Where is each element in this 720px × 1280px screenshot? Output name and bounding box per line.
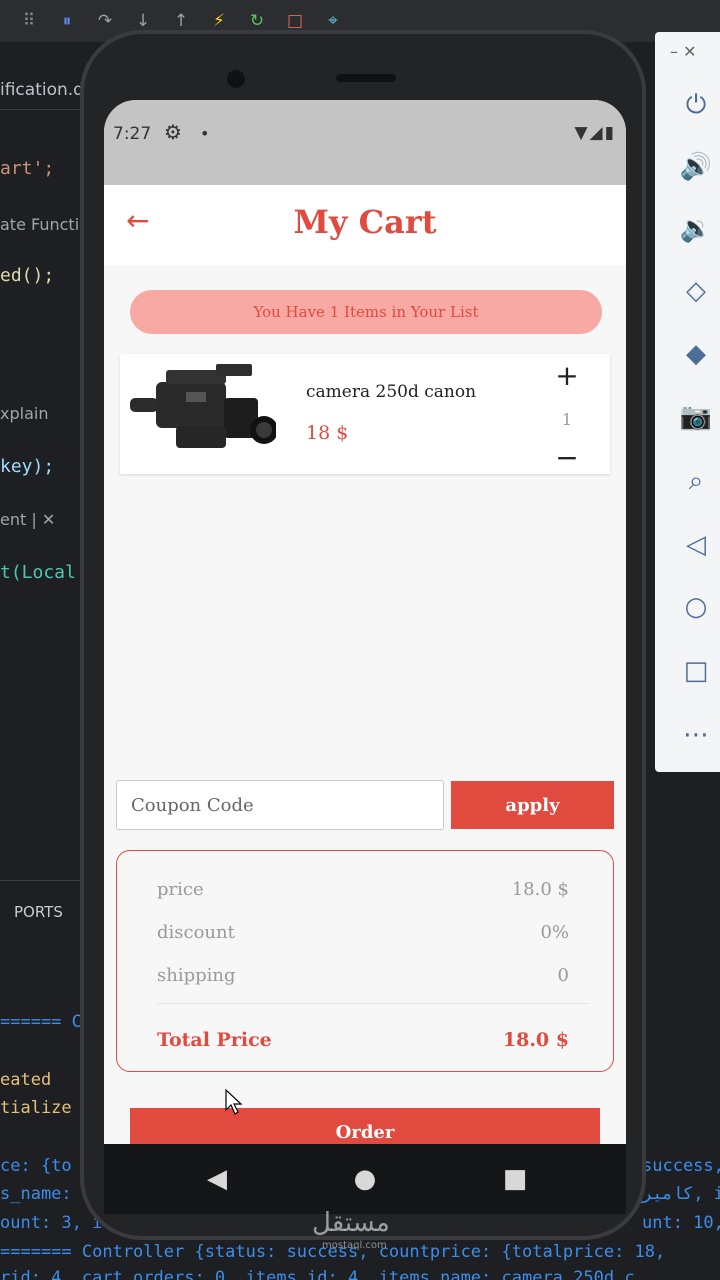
stop-icon[interactable]: □	[284, 10, 306, 32]
mouse-cursor-icon	[225, 1088, 243, 1115]
drag-handle-icon[interactable]: ⠿	[18, 10, 40, 32]
product-price: 18 $	[306, 422, 349, 444]
status-time: 7:27	[113, 124, 152, 144]
speaker-grill	[336, 74, 396, 82]
terminal-line: rid: 4, cart_orders: 0, items_id: 4, ite…	[0, 1268, 635, 1280]
rotate-left-icon[interactable]: ◇	[679, 274, 713, 308]
terminal-line: tialize	[0, 1098, 72, 1118]
phone-frame: 7:27 ⚙ • ▼◢▮ ← My Cart You Have 1 Items …	[80, 30, 646, 1240]
increase-quantity-icon[interactable]: +	[552, 362, 582, 392]
home-icon[interactable]: ○	[679, 590, 713, 624]
emulator-window-controls[interactable]: – ✕	[670, 42, 697, 61]
notification-dot-icon: •	[200, 124, 210, 143]
watermark: مستقل	[312, 1208, 390, 1238]
app-screen: 7:27 ⚙ • ▼◢▮ ← My Cart You Have 1 Items …	[104, 100, 626, 1144]
step-into-icon[interactable]: ↓	[132, 10, 154, 32]
power-icon[interactable]: ⏻	[679, 88, 713, 122]
quantity-value: 1	[561, 410, 573, 429]
shipping-label: shipping	[157, 965, 236, 986]
product-name: camera 250d canon	[306, 382, 477, 402]
pause-icon[interactable]: ⏸	[56, 10, 78, 32]
shipping-value: 0	[557, 965, 569, 986]
emulator-toolbar: – ✕ ⏻ 🔊 🔉 ◇ ◆ 📷 ⌕ ◁ ○ □ ⋯	[655, 32, 720, 772]
order-summary: price 18.0 $ discount 0% shipping 0 Tota…	[116, 850, 614, 1072]
system-nav-bar: ◀ ● ■	[104, 1144, 626, 1214]
apply-coupon-button[interactable]: apply	[451, 781, 614, 829]
product-image	[130, 364, 276, 448]
settings-icon: ⚙	[164, 120, 182, 144]
price-value: 18.0 $	[511, 879, 569, 900]
inspect-icon[interactable]: ⌖	[322, 10, 344, 32]
watermark-url: mostaql.com	[322, 1240, 387, 1251]
cart-item-card: camera 250d canon 18 $ + 1 −	[120, 354, 610, 474]
code-line: key);	[0, 456, 55, 477]
ports-tab[interactable]: PORTS	[14, 903, 63, 921]
code-line: t(Local	[0, 562, 76, 583]
hot-restart-icon[interactable]: ↻	[246, 10, 268, 32]
step-over-icon[interactable]: ↷	[94, 10, 116, 32]
terminal-line: ount: 3, i	[0, 1213, 103, 1233]
zoom-icon[interactable]: ⌕	[679, 464, 713, 498]
overview-icon[interactable]: □	[679, 654, 713, 688]
step-out-icon[interactable]: ↑	[170, 10, 192, 32]
terminal-line: success,	[642, 1156, 720, 1176]
terminal-line: ====== C	[0, 1012, 82, 1032]
total-label: Total Price	[157, 1029, 272, 1051]
decrease-quantity-icon[interactable]: −	[552, 444, 582, 472]
terminal-line: eated	[0, 1070, 52, 1090]
app-bar: ← My Cart	[104, 185, 626, 265]
discount-value: 0%	[540, 922, 569, 943]
order-button[interactable]: Order	[130, 1108, 600, 1144]
code-line: ate Functic	[0, 215, 88, 234]
volume-down-icon[interactable]: 🔉	[679, 212, 713, 246]
rotate-right-icon[interactable]: ◆	[679, 337, 713, 371]
nav-back-icon[interactable]: ◀	[200, 1162, 234, 1196]
cart-count-banner: You Have 1 Items in Your List	[130, 290, 602, 334]
code-line: xplain	[0, 404, 49, 423]
signal-battery-icons: ▼◢▮	[574, 123, 616, 143]
more-icon[interactable]: ⋯	[679, 718, 713, 752]
code-line: ent | ✕	[0, 510, 56, 529]
hot-reload-icon[interactable]: ⚡	[208, 10, 230, 32]
status-bar: 7:27 ⚙ • ▼◢▮	[104, 100, 626, 185]
page-title: My Cart	[293, 203, 437, 241]
nav-recents-icon[interactable]: ■	[498, 1162, 532, 1196]
volume-up-icon[interactable]: 🔊	[679, 150, 713, 184]
terminal-line: unt: 10, i	[642, 1213, 720, 1233]
code-line: ed();	[0, 265, 55, 286]
screenshot-icon[interactable]: 📷	[679, 400, 713, 434]
discount-label: discount	[157, 922, 235, 943]
price-label: price	[157, 879, 204, 900]
front-camera	[227, 70, 245, 88]
terminal-line: كامير, i	[642, 1184, 720, 1204]
terminal-line: ce: {to	[0, 1156, 72, 1176]
code-line: art';	[0, 158, 55, 179]
back-icon[interactable]: ◁	[679, 528, 713, 562]
terminal-line: s_name:	[0, 1184, 72, 1204]
summary-divider	[157, 1003, 589, 1004]
coupon-code-input[interactable]	[116, 780, 444, 830]
total-value: 18.0 $	[502, 1029, 569, 1051]
editor-tab[interactable]: ification.d	[0, 72, 90, 110]
nav-home-icon[interactable]: ●	[348, 1162, 382, 1196]
